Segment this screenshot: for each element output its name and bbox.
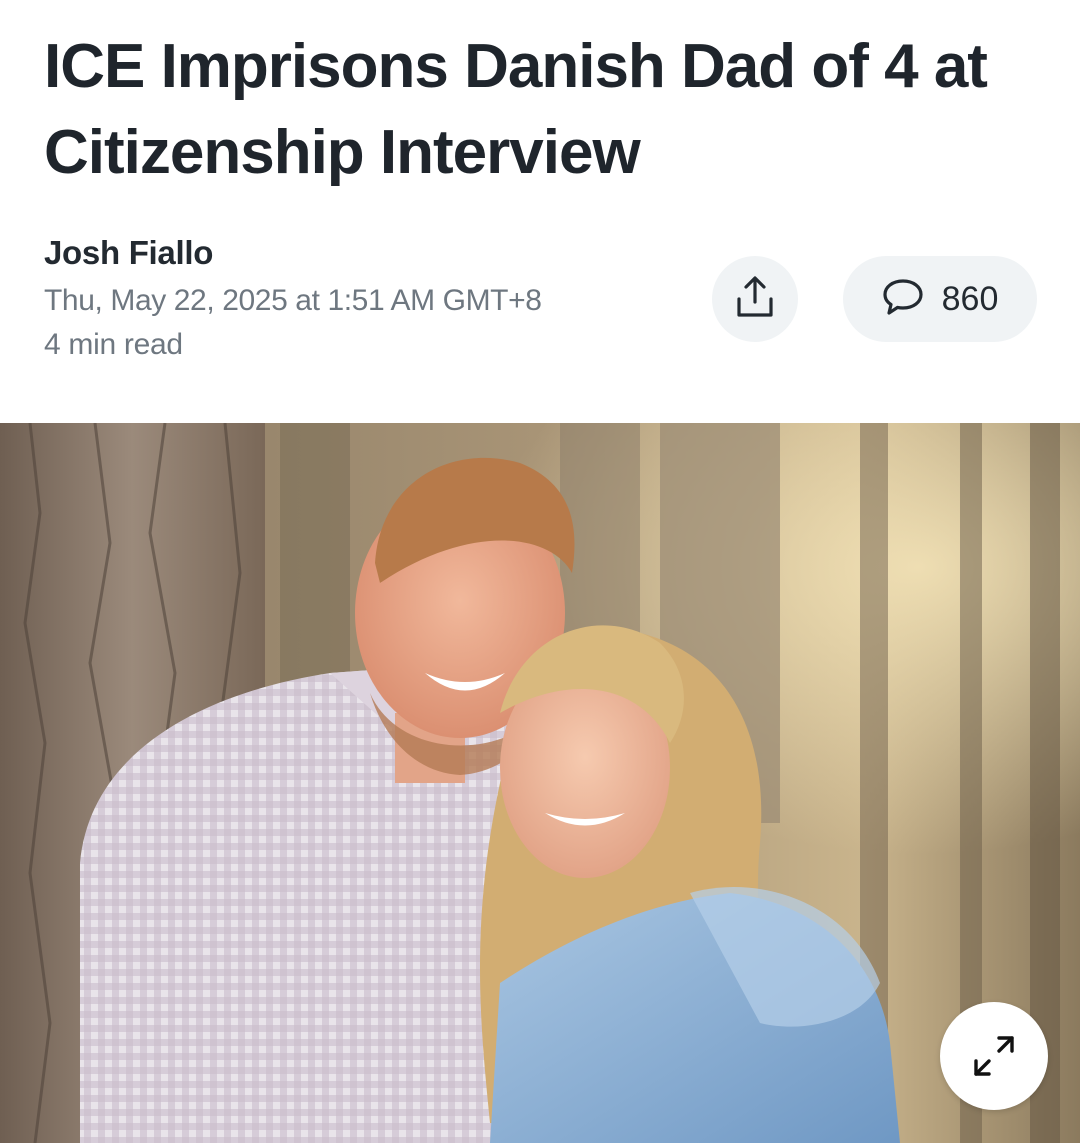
comments-button[interactable]: 860 <box>843 256 1037 342</box>
comment-count: 860 <box>941 279 999 318</box>
share-button[interactable] <box>712 256 798 342</box>
comment-icon <box>882 278 924 321</box>
hero-photo-illustration <box>0 423 1080 1143</box>
article-hero-image[interactable] <box>0 423 1080 1143</box>
article-headline: ICE Imprisons Danish Dad of 4 at Citizen… <box>44 32 988 187</box>
read-time: 4 min read <box>44 328 183 361</box>
expand-icon <box>971 1033 1017 1079</box>
expand-image-button[interactable] <box>940 1002 1048 1110</box>
publish-date: Thu, May 22, 2025 at 1:51 AM GMT+8 <box>44 284 542 317</box>
author-name[interactable]: Josh Fiallo <box>44 234 213 272</box>
share-icon <box>735 275 775 324</box>
article-page: ICE Imprisons Danish Dad of 4 at Citizen… <box>0 0 1080 1143</box>
